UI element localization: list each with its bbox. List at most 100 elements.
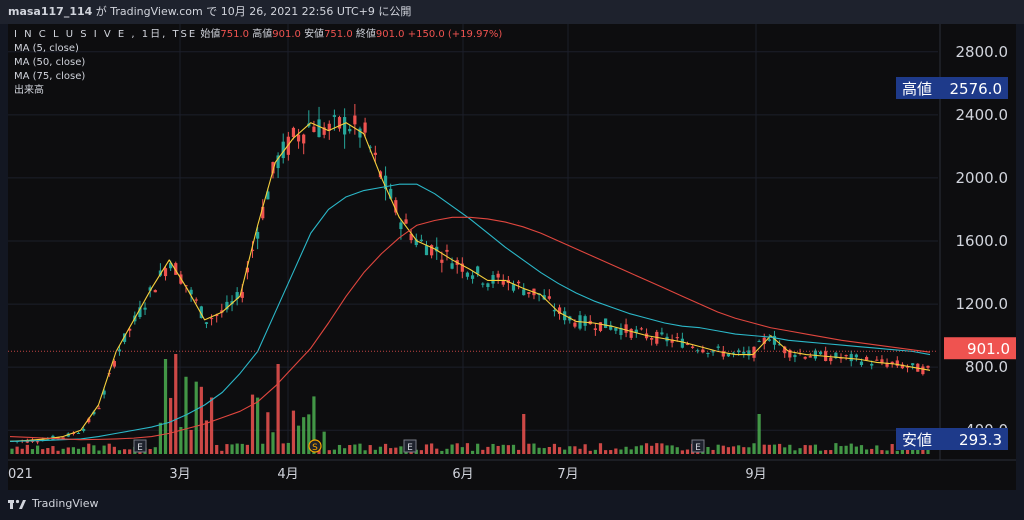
candle-body (517, 281, 521, 284)
volume-bar (685, 449, 690, 454)
volume-bar (97, 450, 101, 454)
legend-ma5[interactable]: MA (5, close) (14, 42, 502, 56)
volume-bar (655, 443, 659, 454)
volume-bar (30, 449, 35, 454)
candle-body (742, 351, 746, 354)
volume-bar (430, 443, 434, 454)
volume-bar (383, 443, 388, 454)
volume-bar (440, 450, 444, 454)
candle-body (470, 275, 475, 279)
legend-ma75[interactable]: MA (75, close) (14, 70, 502, 84)
candle-body (353, 115, 357, 125)
candle-body (793, 354, 797, 358)
event-marker-label: E (137, 443, 143, 453)
earnings-event-marker[interactable]: E (691, 439, 705, 453)
volume-bar (174, 354, 178, 454)
current-price-value: 901.0 (967, 340, 1010, 358)
candle-body (808, 356, 812, 358)
candles (10, 104, 930, 445)
candle-body (35, 441, 40, 443)
candle-body (76, 433, 81, 435)
volume-bar (675, 447, 679, 454)
split-event-marker[interactable]: S (308, 439, 322, 453)
volume-bar (460, 447, 464, 454)
legend-symbol-row: I N C L U S I V E , 1日, TSE 始値751.0 高値90… (14, 28, 502, 42)
candle-body (204, 322, 209, 324)
candle-body (527, 292, 531, 294)
candle-body (844, 355, 848, 357)
volume-bar (102, 445, 106, 454)
tradingview-logo[interactable]: TradingView (8, 490, 98, 517)
volume-bar (204, 420, 209, 454)
candle-body (614, 327, 618, 331)
volume-bar (527, 443, 531, 454)
candle-body (317, 119, 321, 138)
candle-body (440, 259, 444, 263)
candle-body (153, 290, 157, 293)
volume-bar (573, 446, 577, 454)
volume-bar (450, 444, 454, 454)
publish-info-bar: masa117_114 が TradingView.com で 10月 26, … (0, 0, 1024, 24)
volume-bar (834, 443, 838, 454)
candle-body (312, 126, 316, 133)
volume-bar (122, 449, 127, 454)
volume-bar (373, 449, 377, 454)
volume-bar (772, 444, 777, 454)
candle-body (476, 266, 480, 274)
legend-volume[interactable]: 出来高 (14, 84, 502, 98)
volume-bar (261, 443, 265, 454)
volume-bar (470, 450, 475, 454)
volume-bar (419, 450, 423, 454)
author-name[interactable]: masa117_114 (8, 5, 92, 18)
volume-bar (604, 450, 608, 454)
volume-bar (82, 447, 86, 454)
time-axis: 021 3月 4月 6月 7月 9月 (8, 467, 767, 482)
volume-bar (563, 449, 567, 454)
volume-bar (117, 450, 122, 454)
volume-bar (629, 449, 633, 454)
volume-bar (767, 444, 771, 454)
volume-bar (885, 450, 889, 454)
volume-bar (737, 445, 741, 454)
volume-bar (291, 410, 296, 454)
volume-bar (486, 446, 490, 454)
change-value: +150.0 (+19.97%) (407, 29, 503, 40)
volume-bar (435, 448, 439, 454)
volume-bar (199, 386, 203, 454)
volume-bar (506, 445, 510, 454)
event-marker-label: S (312, 443, 318, 453)
volume-bar (798, 448, 802, 454)
volume-bar (747, 447, 751, 454)
volume-bar (128, 449, 132, 454)
volume-bar (61, 448, 65, 454)
volume-bar (256, 397, 260, 454)
earnings-event-marker[interactable]: E (403, 439, 417, 453)
open-value: 751.0 (220, 29, 250, 40)
volume-bar (20, 448, 24, 454)
volume-bar (639, 445, 644, 454)
candle-body (604, 318, 608, 328)
volume-bar (158, 422, 163, 454)
volume-bar (332, 449, 336, 454)
candle-body (332, 115, 336, 117)
volume-bar (726, 447, 731, 454)
candle-body (445, 249, 449, 252)
candle-body (706, 352, 710, 355)
volume-bar (271, 432, 275, 454)
tradingview-logo-icon (8, 499, 26, 509)
time-axis-label: 3月 (169, 467, 190, 482)
volume-bar (624, 446, 628, 454)
candle-body (194, 299, 198, 301)
volume-bar (880, 450, 884, 454)
volume-bar (783, 447, 787, 454)
candle-body (639, 328, 644, 330)
legend-ma50[interactable]: MA (50, close) (14, 56, 502, 70)
candle-body (481, 283, 485, 285)
volume-bar (41, 449, 45, 454)
candle-body (864, 357, 869, 361)
volume-bar (522, 414, 526, 454)
moving-averages (9, 122, 931, 442)
volume-bar (532, 443, 536, 454)
earnings-event-marker[interactable]: E (133, 439, 147, 453)
symbol-name[interactable]: I N C L U S I V E , 1日, TSE (14, 29, 197, 40)
